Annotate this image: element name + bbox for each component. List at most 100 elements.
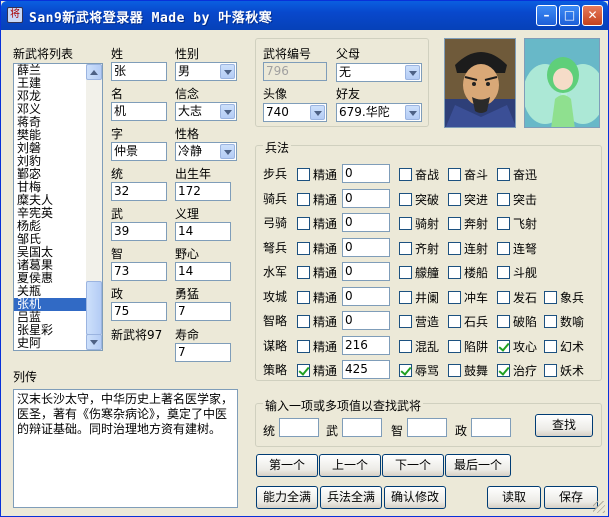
confirm-button[interactable]: 确认修改 <box>384 486 446 509</box>
tactic-value-input[interactable]: 0 <box>342 188 390 208</box>
skill-checkbox[interactable] <box>497 364 510 377</box>
parent-select[interactable]: 无 <box>336 63 422 82</box>
skill-checkbox[interactable] <box>399 315 412 328</box>
skill-checkbox[interactable] <box>399 192 412 206</box>
skill-checkbox[interactable] <box>448 266 461 279</box>
expert-checkbox[interactable] <box>297 241 310 255</box>
skill-checkbox[interactable] <box>399 241 412 255</box>
belief-select[interactable]: 大志 <box>175 102 237 121</box>
chevron-down-icon[interactable] <box>220 104 235 119</box>
intelligence-input[interactable]: 73 <box>111 262 167 281</box>
friend-select[interactable]: 679.华陀 <box>336 103 422 122</box>
skill-checkbox[interactable] <box>399 217 412 230</box>
max-tactics-button[interactable]: 兵法全满 <box>320 486 382 509</box>
next-button[interactable]: 下一个 <box>382 454 444 477</box>
skill-checkbox[interactable] <box>399 168 412 181</box>
biography-textarea[interactable]: 汉末长沙太守，中华历史上著名医学家，医圣，著有《伤寒杂病论》，奠定了中医的辩证基… <box>13 389 238 508</box>
gender-select[interactable]: 男 <box>175 62 237 81</box>
scroll-down-icon[interactable] <box>86 334 102 350</box>
lifespan-input[interactable]: 7 <box>175 343 231 362</box>
app-icon[interactable]: 将 <box>7 7 23 23</box>
style-name-input[interactable]: 仲景 <box>111 142 167 161</box>
skill-checkbox[interactable] <box>448 364 461 377</box>
skill-checkbox[interactable] <box>399 364 412 377</box>
general-listbox[interactable]: 薛兰 王建 邓龙 邓义 蒋奇 樊能 刘磐 刘豹 鄞宓 甘梅 糜夫人 辛宪英 杨彪 邹氏 吴国太 诸葛果 夏侯惠关… <box>13 63 103 351</box>
tactic-value-input[interactable]: 0 <box>342 237 390 257</box>
search-int-input[interactable] <box>407 418 447 437</box>
list-scrollbar[interactable] <box>86 64 102 350</box>
expert-checkbox[interactable] <box>297 217 310 230</box>
tactic-value-input[interactable]: 0 <box>342 262 390 281</box>
scroll-up-icon[interactable] <box>86 64 102 80</box>
chevron-down-icon[interactable] <box>310 105 325 120</box>
search-lead-input[interactable] <box>279 418 319 437</box>
title-bar[interactable]: 将 San9新武将登录器 Made by 叶落秋寒 – □ ✕ <box>1 1 608 30</box>
read-button[interactable]: 读取 <box>487 486 541 509</box>
minimize-button[interactable]: – <box>536 5 557 26</box>
skill-checkbox[interactable] <box>544 339 557 353</box>
tactic-value-input[interactable]: 0 <box>342 213 390 232</box>
expert-checkbox[interactable] <box>297 290 310 304</box>
skill-checkbox[interactable] <box>497 217 510 230</box>
ambition-input[interactable]: 14 <box>175 262 231 281</box>
lead-input[interactable]: 32 <box>111 182 167 201</box>
expert-checkbox[interactable] <box>297 266 310 279</box>
skill-checkbox[interactable] <box>448 241 461 255</box>
save-button[interactable]: 保存 <box>544 486 598 509</box>
skill-checkbox[interactable] <box>399 339 412 353</box>
chevron-down-icon[interactable] <box>405 105 420 120</box>
skill-checkbox[interactable] <box>497 339 510 353</box>
skill-checkbox[interactable] <box>497 241 510 255</box>
birth-year-input[interactable]: 172 <box>175 182 231 201</box>
skill-checkbox[interactable] <box>448 217 461 230</box>
surname-input[interactable]: 张 <box>111 62 167 81</box>
prev-button[interactable]: 上一个 <box>319 454 381 477</box>
resize-grip-icon[interactable] <box>593 501 605 513</box>
tactic-value-input[interactable]: 0 <box>342 164 390 183</box>
skill-checkbox[interactable] <box>497 290 510 304</box>
chevron-down-icon[interactable] <box>220 64 235 79</box>
skill-checkbox[interactable] <box>399 266 412 279</box>
skill-checkbox[interactable] <box>399 290 412 304</box>
expert-checkbox[interactable] <box>297 315 310 328</box>
skill-checkbox[interactable] <box>448 315 461 328</box>
skill-checkbox[interactable] <box>448 192 461 206</box>
expert-checkbox[interactable] <box>297 168 310 181</box>
tactic-value-input[interactable]: 216 <box>342 335 390 355</box>
skill-checkbox[interactable] <box>448 168 461 181</box>
max-ability-button[interactable]: 能力全满 <box>256 486 318 509</box>
skill-checkbox[interactable] <box>448 339 461 353</box>
chevron-down-icon[interactable] <box>220 144 235 159</box>
search-pol-input[interactable] <box>471 418 511 437</box>
skill-checkbox[interactable] <box>544 364 557 377</box>
skill-checkbox[interactable] <box>544 290 557 304</box>
skill-checkbox[interactable] <box>497 192 510 206</box>
expert-checkbox[interactable] <box>297 364 310 377</box>
skill-checkbox[interactable] <box>497 168 510 181</box>
given-name-input[interactable]: 机 <box>111 102 167 121</box>
close-button[interactable]: ✕ <box>582 5 603 26</box>
first-button[interactable]: 第一个 <box>256 454 318 477</box>
face-select[interactable]: 740 <box>263 103 327 122</box>
personality-select[interactable]: 冷静 <box>175 142 237 161</box>
skill-checkbox[interactable] <box>497 266 510 279</box>
tactic-value-input[interactable]: 425 <box>342 360 390 379</box>
skill-checkbox[interactable] <box>448 290 461 304</box>
last-button[interactable]: 最后一个 <box>445 454 511 477</box>
war-input[interactable]: 39 <box>111 222 167 241</box>
maximize-button[interactable]: □ <box>559 5 580 26</box>
tactic-value-input[interactable]: 0 <box>342 286 390 306</box>
tactic-value-input[interactable]: 0 <box>342 311 390 330</box>
justice-input[interactable]: 14 <box>175 222 231 241</box>
skill-checkbox[interactable] <box>544 315 557 328</box>
expert-checkbox[interactable] <box>297 192 310 206</box>
politics-input[interactable]: 75 <box>111 302 167 321</box>
chevron-down-icon[interactable] <box>405 65 420 80</box>
search-war-input[interactable] <box>342 418 382 437</box>
search-button[interactable]: 查找 <box>535 414 593 437</box>
skill-checkbox[interactable] <box>497 315 510 328</box>
skill-label: 飞射 <box>513 217 538 231</box>
bravery-input[interactable]: 7 <box>175 302 231 321</box>
expert-checkbox[interactable] <box>297 339 310 353</box>
scroll-thumb[interactable] <box>86 281 102 335</box>
